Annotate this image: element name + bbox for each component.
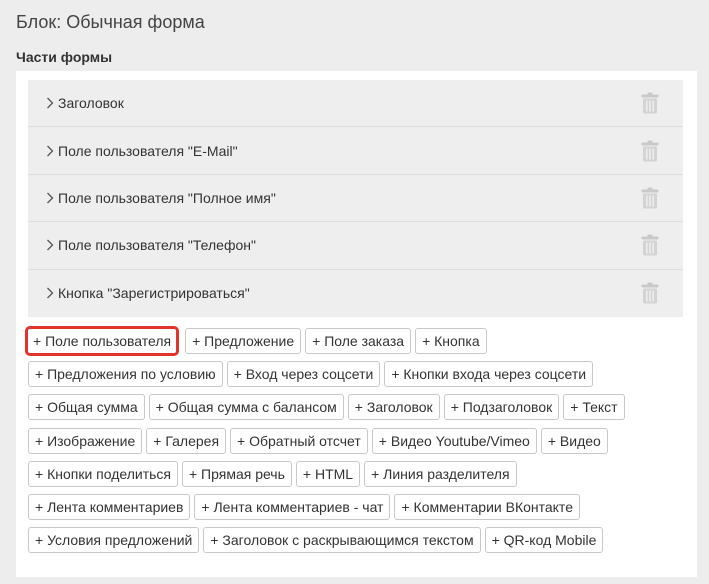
section-title: Части формы <box>16 49 113 65</box>
form-part-row[interactable]: Поле пользователя "E-Mail" <box>28 127 683 175</box>
form-part-label: Поле пользователя "E-Mail" <box>58 142 238 159</box>
trash-icon[interactable] <box>641 92 659 114</box>
form-part-row[interactable]: Заголовок <box>28 80 683 128</box>
add-part-button[interactable]: + Подзаголовок <box>443 394 560 421</box>
block-title: Блок: Обычная форма <box>16 12 205 32</box>
add-part-button[interactable]: + Текст <box>563 394 625 421</box>
add-part-button[interactable]: + Кнопки входа через соцсети <box>384 361 594 388</box>
chevron-right-icon[interactable] <box>46 287 58 299</box>
add-part-button[interactable]: + Общая сумма <box>28 394 145 421</box>
trash-icon[interactable] <box>641 282 659 304</box>
form-part-row[interactable]: Поле пользователя "Полное имя" <box>28 174 683 223</box>
form-part-row[interactable]: Поле пользователя "Телефон" <box>28 222 683 270</box>
add-part-button[interactable]: + Кнопки поделиться <box>28 460 178 487</box>
add-part-button[interactable]: + Поле заказа <box>305 328 412 354</box>
add-part-button[interactable]: + Лента комментариев <box>28 493 191 520</box>
add-part-button[interactable]: + Общая сумма с балансом <box>148 394 344 421</box>
chevron-right-icon[interactable] <box>46 97 58 109</box>
add-part-button[interactable]: + Линия разделителя <box>364 460 517 487</box>
add-part-button[interactable]: + HTML <box>295 460 361 487</box>
add-part-button[interactable]: + Комментарии ВКонтакте <box>394 493 580 520</box>
add-part-button[interactable]: + Кнопка <box>415 328 487 354</box>
add-button-row: + Общая сумма + Общая сумма с балансом + З… <box>28 394 668 421</box>
add-part-button[interactable]: + Предложение <box>185 328 302 354</box>
form-part-label: Кнопка "Зарегистрироваться" <box>58 285 250 302</box>
add-part-button[interactable]: + Галерея <box>146 427 227 454</box>
add-part-button[interactable]: + QR-код Mobile <box>484 527 604 554</box>
form-part-label: Поле пользователя "Телефон" <box>58 237 256 254</box>
add-part-button[interactable]: + Обратный отсчет <box>230 427 368 454</box>
form-parts-list: Заголовок Поле пользователя "E-Mail" Поле … <box>28 80 683 317</box>
chevron-right-icon[interactable] <box>46 239 58 251</box>
chevron-right-icon[interactable] <box>46 192 58 204</box>
add-part-button[interactable]: + Видео <box>540 427 608 454</box>
add-part-button[interactable]: + Заголовок <box>347 394 440 421</box>
add-button-row: + Лента комментариев + Лента комментариев… <box>28 493 668 520</box>
form-part-label: Поле пользователя "Полное имя" <box>58 189 276 206</box>
add-part-button[interactable]: + Условия предложений <box>28 527 200 554</box>
add-part-button[interactable]: + Лента комментариев - чат <box>194 493 391 520</box>
trash-icon[interactable] <box>641 234 659 256</box>
add-part-buttons: + Поле пользователя + Предложение + Поле з… <box>25 326 668 560</box>
add-part-button[interactable]: + Заголовок с раскрывающимся текстом <box>203 527 481 554</box>
add-button-row: + Изображение + Галерея + Обратный отсчет +… <box>28 427 668 454</box>
add-button-row: + Кнопки поделиться + Прямая речь + HTML + … <box>28 460 668 487</box>
add-user-field-button[interactable]: + Поле пользователя <box>25 326 180 356</box>
add-part-button[interactable]: + Видео Youtube/Vimeo <box>371 427 537 454</box>
add-part-button[interactable]: + Предложения по условию <box>28 361 223 388</box>
form-parts-panel: Заголовок Поле пользователя "E-Mail" Поле … <box>16 71 697 577</box>
form-part-row[interactable]: Кнопка "Зарегистрироваться" <box>28 269 683 317</box>
chevron-right-icon[interactable] <box>46 145 58 157</box>
form-part-label: Заголовок <box>58 95 124 112</box>
trash-icon[interactable] <box>641 187 659 209</box>
add-button-row: + Поле пользователя + Предложение + Поле з… <box>25 326 668 356</box>
trash-icon[interactable] <box>641 140 659 162</box>
add-button-row: + Условия предложений + Заголовок с раскр… <box>28 527 668 554</box>
add-button-row: + Предложения по условию + Вход через соц… <box>28 361 668 388</box>
add-part-button[interactable]: + Прямая речь <box>181 460 292 487</box>
add-part-button[interactable]: + Вход через соцсети <box>226 361 381 388</box>
add-part-button[interactable]: + Изображение <box>28 427 143 454</box>
